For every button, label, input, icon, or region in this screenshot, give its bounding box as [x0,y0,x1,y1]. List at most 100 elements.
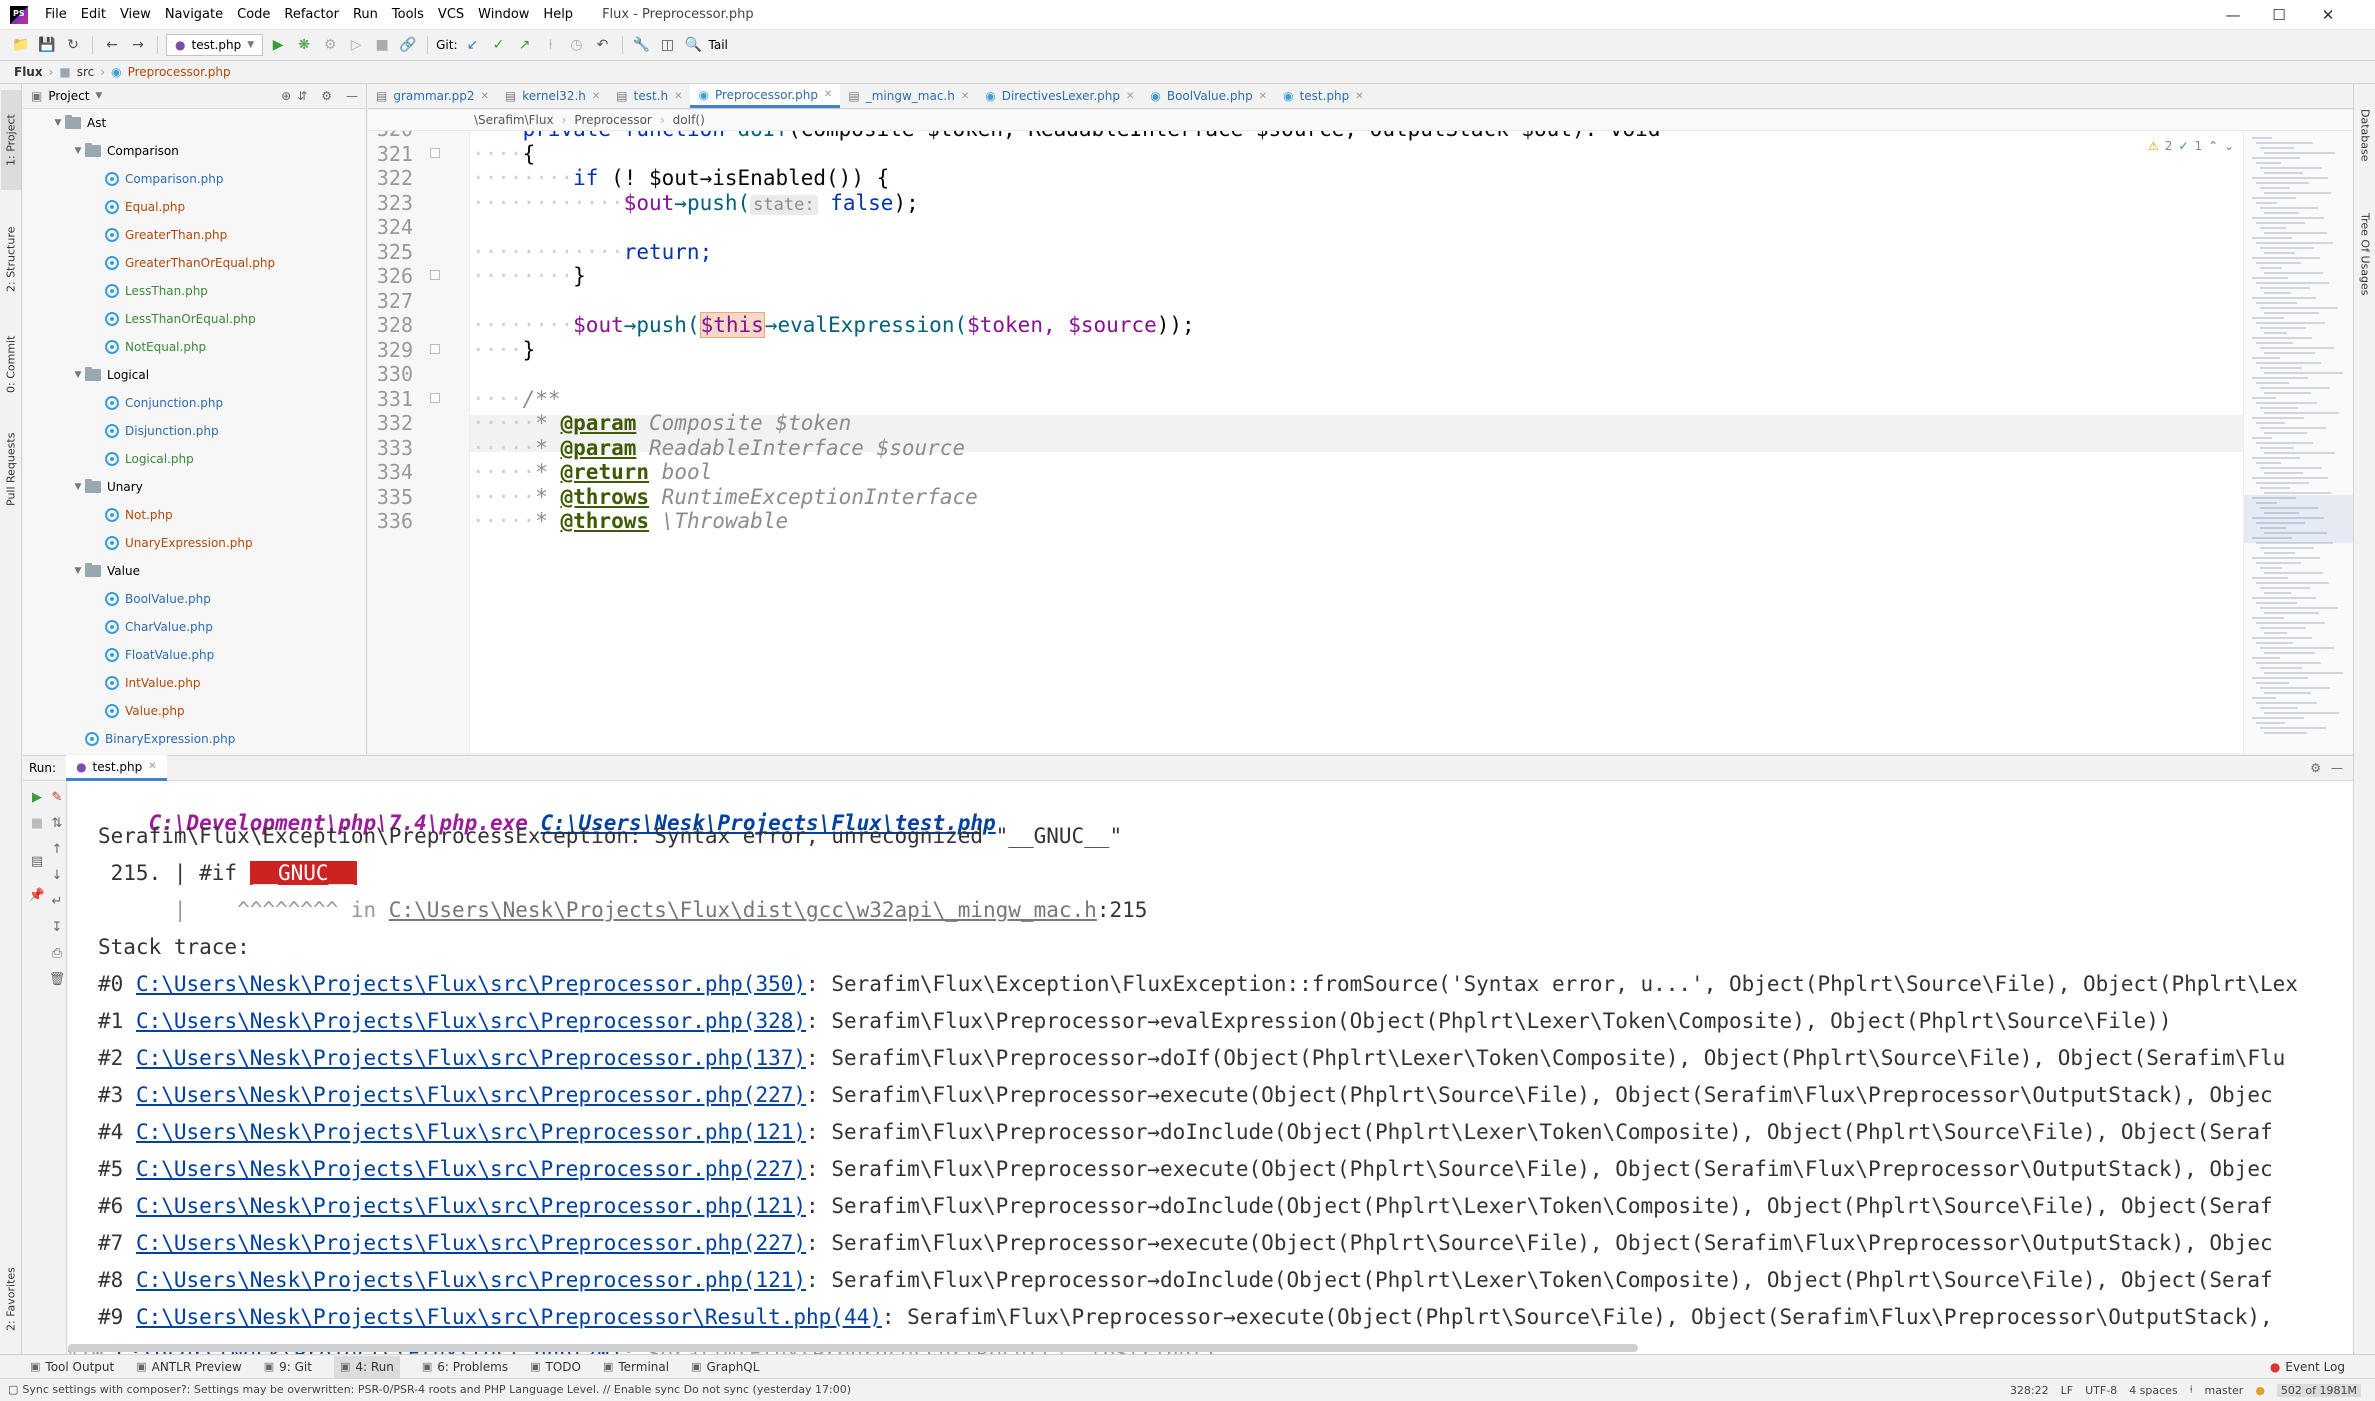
tool-tab-project[interactable]: 1: Project [1,90,21,190]
menu-item-help[interactable]: Help [536,7,580,22]
tree-file[interactable]: GreaterThanOrEqual.php [91,249,275,277]
close-icon[interactable]: ✕ [148,761,156,772]
tree-folder[interactable]: ▼ Comparison [71,137,179,165]
menu-item-vcs[interactable]: VCS [431,7,471,22]
git-branch[interactable]: master [2205,1384,2244,1397]
down-arrow-icon[interactable]: ↓ [47,865,67,885]
frame-file-link[interactable]: C:\Users\Nesk\Projects\Flux\src\Preproce… [136,972,806,996]
profile-icon[interactable]: ▷ [345,34,367,56]
close-tab-icon[interactable]: ✕ [1355,91,1363,102]
tree-file[interactable]: BoolValue.php [91,585,211,613]
editor-tab[interactable]: ▤ grammar.pp2 ✕ [368,84,497,108]
tree-file[interactable]: Logical.php [91,445,194,473]
file-encoding[interactable]: UTF-8 [2085,1384,2117,1397]
locate-icon[interactable]: ⊕ [281,89,291,103]
git-branch-icon[interactable]: ⍿ [540,34,562,56]
settings-wrench-icon[interactable]: 🔧 [631,34,653,56]
menu-item-run[interactable]: Run [346,7,385,22]
tree-folder[interactable]: ▼ Value [71,557,140,585]
pin-icon[interactable]: 📌 [27,885,47,905]
run-tab[interactable]: ● test.php ✕ [66,755,167,781]
tree-file[interactable]: CharValue.php [91,613,213,641]
tree-file[interactable]: LessThan.php [91,277,208,305]
run-icon[interactable]: ▶ [267,34,289,56]
close-tab-icon[interactable]: ✕ [824,89,832,100]
tree-file[interactable]: GreaterThan.php [91,221,227,249]
editor-tab[interactable]: ◉ BoolValue.php ✕ [1142,84,1275,108]
tree-file[interactable]: FloatValue.php [91,641,214,669]
print-icon[interactable]: ⎙ [47,943,67,963]
coverage-icon[interactable]: ⚙ [319,34,341,56]
run-console[interactable]: C:\Development\php\7.4\php.exe C:\Users\… [68,781,2353,1354]
minimap-viewport[interactable] [2244,495,2353,543]
breadcrumb-class[interactable]: Preprocessor [574,113,651,127]
maximize-button[interactable]: ☐ [2256,0,2302,30]
tree-file[interactable]: BinaryExpression.php [71,725,235,753]
nav-crumb-project[interactable]: Flux [14,65,43,79]
git-commit-icon[interactable]: ✓ [488,34,510,56]
scroll-to-end-icon[interactable]: ↧ [47,917,67,937]
tree-folder[interactable]: ▼ Unary [71,473,143,501]
status-layout-icon[interactable]: ▢ [8,1383,18,1396]
chevron-down-icon[interactable]: ▼ [71,482,85,492]
tree-file[interactable]: LessThanOrEqual.php [91,305,256,333]
tree-folder[interactable]: ▼ Ast [51,109,106,137]
menu-item-navigate[interactable]: Navigate [158,7,230,22]
bottom-tab[interactable]: ▣ Tool Output [30,1360,114,1374]
breadcrumb-namespace[interactable]: \Serafim\Flux [474,113,554,127]
tool-tab-pull-requests[interactable]: Pull Requests [1,414,21,524]
editor-tab[interactable]: ◉ Preprocessor.php ✕ [690,84,841,108]
stop-icon[interactable]: ■ [27,813,47,833]
bottom-tab[interactable]: ▣ TODO [530,1360,581,1374]
tool-tab-structure[interactable]: 2: Structure [1,214,21,304]
nav-crumb-src[interactable]: src [77,65,95,79]
forward-icon[interactable]: → [127,34,149,56]
layout-icon[interactable]: ▤ [27,851,47,871]
tree-file[interactable]: Value.php [91,697,185,725]
attach-debugger-icon[interactable]: 🔗 [397,34,419,56]
close-tab-icon[interactable]: ✕ [674,91,682,102]
editor-tab[interactable]: ▤ kernel32.h ✕ [497,84,608,108]
close-tab-icon[interactable]: ✕ [961,91,969,102]
gear-icon[interactable]: ⚙ [321,89,332,103]
menu-item-edit[interactable]: Edit [74,7,113,22]
editor-tab[interactable]: ◉ test.php ✕ [1275,84,1372,108]
tool-tab-tree-of-usages[interactable]: Tree Of Usages [2355,194,2375,314]
gear-icon[interactable]: ⚙ [2310,761,2321,775]
up-arrow-icon[interactable]: ↑ [47,839,67,859]
tool-tab-database[interactable]: Database [2355,90,2375,180]
close-tab-icon[interactable]: ✕ [1126,91,1134,102]
event-log-button[interactable]: ● Event Log [2270,1360,2345,1374]
memory-indicator[interactable]: 502 of 1981M [2276,1383,2361,1397]
tree-file[interactable]: Disjunction.php [91,417,219,445]
fold-marker-icon[interactable] [430,343,440,354]
frame-file-link[interactable]: C:\Users\Nesk\Projects\Flux\src\Preproce… [136,1009,806,1033]
bottom-tab[interactable]: ▣ 9: Git [264,1360,312,1374]
save-all-icon[interactable]: 💾 [36,34,58,56]
chevron-down-icon[interactable]: ▼ [71,146,85,156]
close-window-button[interactable]: ✕ [2305,0,2351,30]
editor-gutter[interactable]: 3203213223233243253263273283293303313323… [368,131,470,753]
bottom-tab[interactable]: ▣ 4: Run [333,1355,400,1378]
tree-file[interactable]: UnaryExpression.php [91,529,253,557]
menu-item-file[interactable]: File [38,7,74,22]
tree-file[interactable]: Not.php [91,501,173,529]
menu-item-view[interactable]: View [113,7,158,22]
soft-wrap-icon[interactable]: ↵ [47,891,67,911]
git-update-icon[interactable]: ↙ [462,34,484,56]
hide-panel-icon[interactable]: — [346,89,358,103]
bottom-tab[interactable]: ▣ GraphQL [691,1360,759,1374]
search-icon[interactable]: 🔍 [683,34,705,56]
code-minimap[interactable] [2243,131,2353,753]
frame-file-link[interactable]: C:\Users\Nesk\Projects\Flux\src\Preproce… [136,1231,806,1255]
edit-config-icon[interactable]: ✎ [47,787,67,807]
sort-icon[interactable]: ⇅ [47,813,67,833]
frame-file-link[interactable]: C:\Users\Nesk\Projects\Flux\src\Preproce… [136,1305,882,1329]
bottom-tab[interactable]: ▣ ANTLR Preview [136,1360,241,1374]
editor-tab[interactable]: ◉ DirectivesLexer.php ✕ [977,84,1142,108]
minimize-button[interactable]: — [2210,0,2256,30]
chevron-down-icon[interactable]: ▼ [51,118,65,128]
tree-file[interactable]: NotEqual.php [91,333,206,361]
tree-file[interactable]: IntValue.php [91,669,200,697]
debug-icon[interactable]: ❋ [293,34,315,56]
